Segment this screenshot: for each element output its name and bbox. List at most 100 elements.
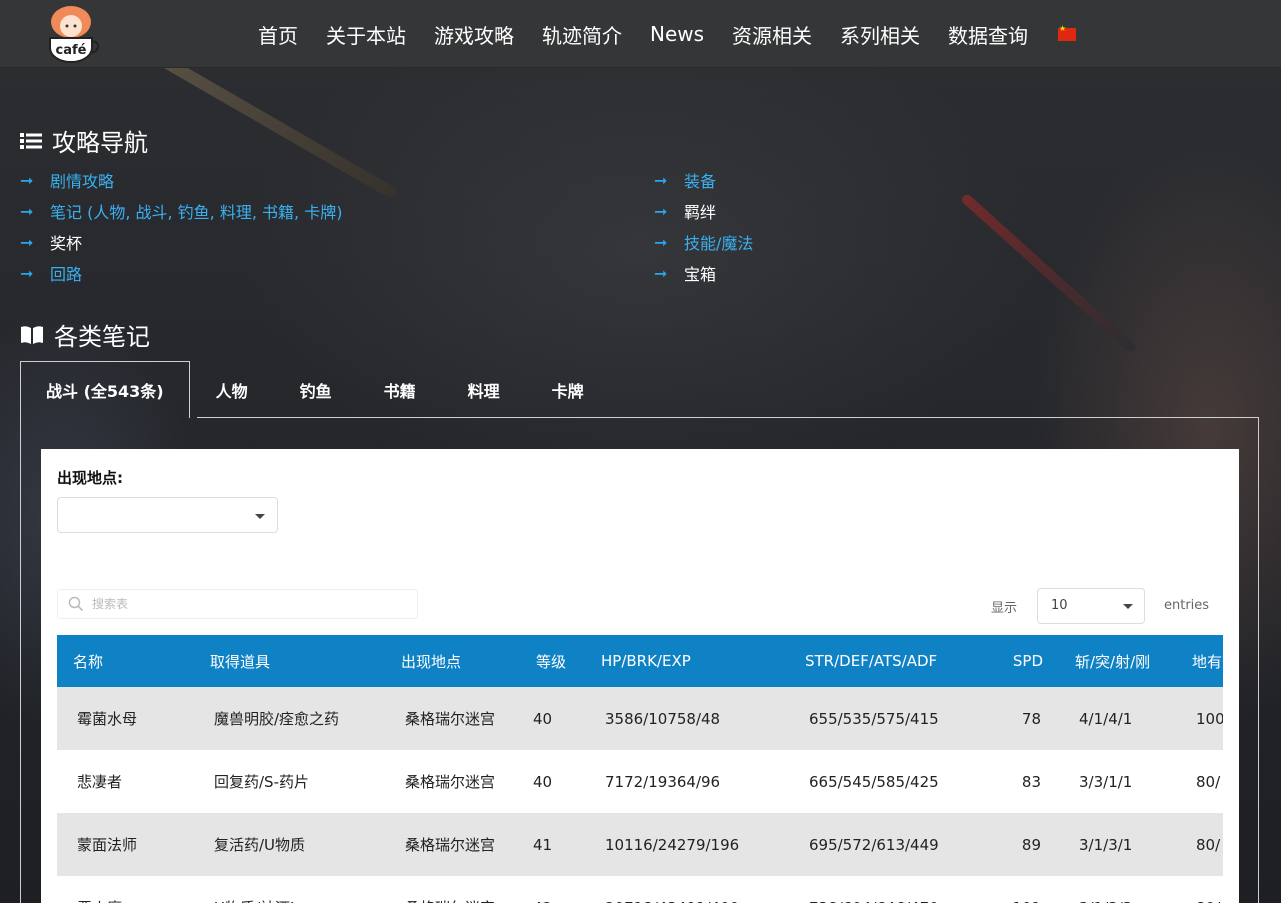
column-header[interactable]: 地有效	[1176, 635, 1223, 687]
guide-item-skills[interactable]: ➞ 技能/魔法	[654, 230, 753, 254]
cell-location: 桑格瑞尔迷宫	[385, 687, 520, 750]
tab-battle[interactable]: 战斗 (全543条)	[20, 361, 190, 418]
table-row[interactable]: 悲凄者 回复药/S-药片 桑格瑞尔迷宫 40 7172/19364/96 665…	[57, 750, 1223, 813]
column-header[interactable]: 取得道具	[194, 635, 385, 687]
cell-drop: 回复药/S-药片	[194, 750, 385, 813]
table-row[interactable]: 霉菌水母 魔兽明胶/痊愈之药 桑格瑞尔迷宫 40 3586/10758/48 6…	[57, 687, 1223, 750]
nav-guides[interactable]: 游戏攻略	[420, 20, 528, 49]
column-header[interactable]: 名称	[57, 635, 194, 687]
cell-name: 恶火魔	[57, 876, 194, 903]
nav-series[interactable]: 系列相关	[826, 20, 934, 49]
cell-resist: 3/3/1/1	[1059, 750, 1176, 813]
location-filter-label: 出现地点:	[57, 469, 123, 487]
arrow-right-icon: ➞	[654, 263, 668, 283]
cell-level: 40	[520, 687, 585, 750]
tab-cards[interactable]: 卡牌	[526, 361, 610, 418]
tab-fishing[interactable]: 钓鱼	[274, 361, 358, 418]
cell-element: 80/	[1176, 750, 1223, 813]
cell-element: 80/	[1176, 876, 1223, 903]
table-header-row: 名称 取得道具 出现地点 等级 HP/BRK/EXP STR/DEF/ATS/A…	[57, 635, 1223, 687]
language-flag-icon[interactable]	[1058, 24, 1077, 41]
site-logo[interactable]: café	[38, 4, 104, 64]
column-header[interactable]: HP/BRK/EXP	[585, 635, 789, 687]
svg-text:café: café	[56, 43, 87, 58]
cell-name: 蒙面法师	[57, 813, 194, 876]
nav-home[interactable]: 首页	[244, 20, 312, 49]
nav-about[interactable]: 关于本站	[312, 20, 420, 49]
cell-stats: 655/535/575/415	[789, 687, 987, 750]
cell-spd: 83	[987, 750, 1059, 813]
nav-news[interactable]: News	[636, 22, 718, 46]
arrow-right-icon: ➞	[654, 170, 668, 190]
arrow-right-icon: ➞	[654, 201, 668, 221]
guide-item-equipment[interactable]: ➞ 装备	[654, 168, 716, 192]
arrow-right-icon: ➞	[20, 201, 34, 221]
tab-characters[interactable]: 人物	[190, 361, 274, 418]
site-header: café 首页 关于本站 游戏攻略 轨迹简介 News 资源相关 系列相关 数据…	[0, 0, 1281, 68]
arrow-right-icon: ➞	[20, 232, 34, 252]
cell-element: 80/	[1176, 813, 1223, 876]
cell-drop: 魔兽明胶/痊愈之药	[194, 687, 385, 750]
cell-resist: 4/1/4/1	[1059, 687, 1176, 750]
location-filter-select[interactable]	[57, 497, 278, 533]
guide-item-circuits[interactable]: ➞ 回路	[20, 261, 82, 285]
cell-level: 40	[520, 750, 585, 813]
monster-table: 名称 取得道具 出现地点 等级 HP/BRK/EXP STR/DEF/ATS/A…	[57, 635, 1223, 903]
arrow-right-icon: ➞	[654, 232, 668, 252]
table-row[interactable]: 蒙面法师 复活药/U物质 桑格瑞尔迷宫 41 10116/24279/196 6…	[57, 813, 1223, 876]
arrow-right-icon: ➞	[20, 170, 34, 190]
guide-item-story[interactable]: ➞ 剧情攻略	[20, 168, 114, 192]
guide-item-notes[interactable]: ➞ 笔记 (人物, 战斗, 钓鱼, 料理, 书籍, 卡牌)	[20, 199, 342, 223]
nav-resources[interactable]: 资源相关	[718, 20, 826, 49]
cell-stats: 665/545/585/425	[789, 750, 987, 813]
guide-title-text: 攻略导航	[52, 129, 148, 157]
table-search[interactable]	[57, 589, 418, 619]
battle-notes-panel: 出现地点: 显示 10 entries 名称	[41, 449, 1239, 903]
cell-stats: 738/604/646/470	[789, 876, 987, 903]
column-header[interactable]: 斩/突/射/刚	[1059, 635, 1176, 687]
notes-tabs: 战斗 (全543条) 人物 钓鱼 书籍 料理 卡牌	[20, 361, 610, 418]
cell-stats: 695/572/613/449	[789, 813, 987, 876]
nav-data-lookup[interactable]: 数据查询	[934, 20, 1042, 49]
cell-location: 桑格瑞尔迷宫	[385, 876, 520, 903]
guide-item-trophies: ➞ 奖杯	[20, 232, 83, 254]
entries-label: entries	[1164, 598, 1210, 613]
notes-title-text: 各类笔记	[54, 323, 150, 351]
cell-hp: 20718/43491/400	[585, 876, 789, 903]
cell-location: 桑格瑞尔迷宫	[385, 750, 520, 813]
page-length-select[interactable]: 10	[1037, 588, 1145, 624]
cell-hp: 10116/24279/196	[585, 813, 789, 876]
cell-resist: 3/1/3/1	[1059, 813, 1176, 876]
guide-section-title: 攻略导航	[20, 123, 148, 158]
search-icon	[68, 596, 84, 612]
page-length-value: 10	[1051, 598, 1068, 613]
cell-spd: 78	[987, 687, 1059, 750]
cell-resist: 3/1/3/3	[1059, 876, 1176, 903]
caret-down-icon	[255, 514, 265, 519]
cell-drop: 复活药/U物质	[194, 813, 385, 876]
arrow-right-icon: ➞	[20, 263, 34, 283]
cell-hp: 7172/19364/96	[585, 750, 789, 813]
guide-item-chests: ➞ 宝箱	[654, 263, 717, 285]
guide-item-bonds: ➞ 羁绊	[654, 201, 717, 223]
cell-name: 悲凄者	[57, 750, 194, 813]
cell-spd: 101	[987, 876, 1059, 903]
column-header[interactable]: SPD	[987, 635, 1059, 687]
cell-drop: U物质/神酒I	[194, 876, 385, 903]
column-header[interactable]: 等级	[520, 635, 585, 687]
main-nav: 首页 关于本站 游戏攻略 轨迹简介 News 资源相关 系列相关 数据查询	[244, 0, 1077, 68]
nav-series-intro[interactable]: 轨迹简介	[528, 20, 636, 49]
cell-name: 霉菌水母	[57, 687, 194, 750]
tab-books[interactable]: 书籍	[358, 361, 442, 418]
cell-hp: 3586/10758/48	[585, 687, 789, 750]
search-input[interactable]	[92, 597, 392, 611]
tab-cooking[interactable]: 料理	[442, 361, 526, 418]
cell-location: 桑格瑞尔迷宫	[385, 813, 520, 876]
table-row[interactable]: 恶火魔 U物质/神酒I 桑格瑞尔迷宫 42 20718/43491/400 73…	[57, 876, 1223, 903]
caret-down-icon	[1123, 604, 1133, 609]
column-header[interactable]: STR/DEF/ATS/ADF	[789, 635, 987, 687]
notes-section-title: 各类笔记	[20, 317, 150, 352]
column-header[interactable]: 出现地点	[385, 635, 520, 687]
cell-level: 42	[520, 876, 585, 903]
show-label: 显示	[991, 601, 1018, 616]
